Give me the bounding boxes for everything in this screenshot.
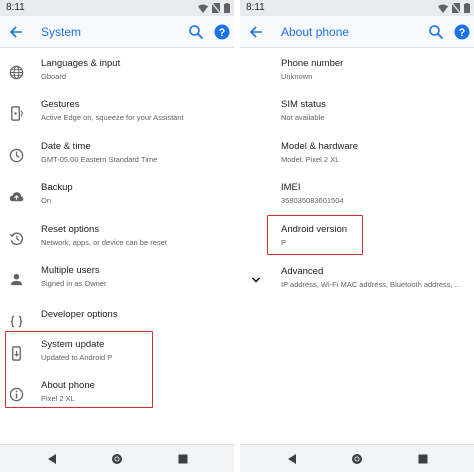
navigation-bar [0, 444, 234, 472]
setting-title: Phone number [281, 58, 344, 69]
back-arrow-icon[interactable] [248, 24, 264, 40]
about-model-hardware[interactable]: Model & hardware Model: Pixel 2 XL [240, 139, 474, 180]
battery-icon [224, 3, 230, 13]
help-icon[interactable]: ? [214, 24, 230, 40]
setting-title: Languages & input [41, 58, 121, 69]
battery-icon [464, 3, 470, 13]
search-icon[interactable] [188, 24, 204, 40]
info-icon [8, 386, 24, 402]
setting-subtitle: Signed in as Owner [41, 279, 107, 288]
back-arrow-icon[interactable] [8, 24, 24, 40]
setting-multiple-users[interactable]: Multiple users Signed in as Owner [0, 263, 234, 304]
system-update-icon [8, 345, 24, 361]
status-bar: 8:11 [240, 0, 474, 16]
no-sim-icon [212, 3, 220, 13]
nav-home-icon[interactable] [111, 453, 123, 465]
history-icon [8, 230, 24, 246]
status-bar: 8:11 [0, 0, 234, 16]
about-phone-screen: 8:11 About phone ? Phone number Unknown … [240, 0, 474, 472]
setting-backup[interactable]: Backup On [0, 180, 234, 221]
setting-subtitle: Pixel 2 XL [41, 394, 75, 403]
setting-subtitle: On [41, 196, 52, 205]
setting-subtitle: Unknown [281, 72, 313, 81]
setting-subtitle: Network, apps, or device can be reset [41, 238, 167, 247]
status-time: 8:11 [6, 2, 25, 13]
setting-subtitle: P [281, 238, 287, 247]
svg-text:?: ? [219, 27, 226, 39]
nav-home-icon[interactable] [351, 453, 363, 465]
setting-subtitle: GMT-05:00 Eastern Standard Time [41, 155, 158, 164]
setting-title: Developer options [41, 309, 118, 320]
system-settings-screen: 8:11 System ? Languages & input Gboard G… [0, 0, 234, 472]
help-icon[interactable]: ? [454, 24, 470, 40]
about-sim-status[interactable]: SIM status Not available [240, 97, 474, 138]
setting-title: System update [41, 339, 105, 350]
setting-title: Advanced [281, 266, 324, 277]
clock-icon [8, 147, 24, 163]
svg-text:?: ? [459, 27, 466, 39]
setting-title: SIM status [281, 99, 326, 110]
setting-gestures[interactable]: Gestures Active Edge on, squeeze for you… [0, 97, 234, 138]
setting-title: Gestures [41, 99, 80, 110]
app-bar: System ? [0, 16, 234, 48]
setting-subtitle: Active Edge on, squeeze for your Assista… [41, 113, 184, 122]
setting-title: Backup [41, 182, 73, 193]
cloud-upload-icon [8, 188, 24, 204]
about-android-version[interactable]: Android version P [240, 222, 474, 263]
about-advanced[interactable]: Advanced IP address, Wi-Fi MAC address, … [240, 264, 474, 305]
status-icons [198, 3, 230, 13]
setting-subtitle: 358035083601504 [281, 196, 344, 205]
globe-icon [8, 64, 24, 80]
setting-date-time[interactable]: Date & time GMT-05:00 Eastern Standard T… [0, 139, 234, 180]
setting-title: IMEI [281, 182, 301, 193]
gesture-phone-icon [8, 105, 24, 121]
setting-subtitle: Model: Pixel 2 XL [281, 155, 340, 164]
setting-subtitle: IP address, Wi-Fi MAC address, Bluetooth… [281, 280, 461, 289]
setting-title: Date & time [41, 141, 91, 152]
braces-icon [8, 313, 24, 329]
setting-subtitle: Updated to Android P [41, 353, 113, 362]
setting-title: Reset options [41, 224, 100, 235]
page-title: System [41, 25, 82, 39]
setting-about-phone[interactable]: About phone Pixel 2 XL [0, 378, 234, 419]
setting-subtitle: Gboard [41, 72, 67, 81]
setting-title: Multiple users [41, 265, 100, 276]
setting-subtitle: Not available [281, 113, 325, 122]
setting-title: Android version [281, 224, 348, 235]
setting-system-update[interactable]: System update Updated to Android P [0, 337, 234, 378]
navigation-bar [240, 444, 474, 472]
person-icon [8, 271, 24, 287]
setting-title: About phone [41, 380, 95, 391]
nav-back-icon[interactable] [46, 453, 58, 465]
status-time: 8:11 [246, 2, 265, 13]
search-icon[interactable] [428, 24, 444, 40]
about-phone-number[interactable]: Phone number Unknown [240, 56, 474, 97]
about-imei[interactable]: IMEI 358035083601504 [240, 180, 474, 221]
nav-recents-icon[interactable] [177, 453, 189, 465]
setting-languages-input[interactable]: Languages & input Gboard [0, 56, 234, 97]
status-icons [438, 3, 470, 13]
no-sim-icon [452, 3, 460, 13]
page-title: About phone [281, 25, 350, 39]
wifi-icon [198, 4, 208, 13]
wifi-icon [438, 4, 448, 13]
setting-reset-options[interactable]: Reset options Network, apps, or device c… [0, 222, 234, 263]
app-bar: About phone ? [240, 16, 474, 48]
setting-title: Model & hardware [281, 141, 359, 152]
chevron-down-icon [248, 272, 264, 288]
nav-back-icon[interactable] [286, 453, 298, 465]
nav-recents-icon[interactable] [417, 453, 429, 465]
